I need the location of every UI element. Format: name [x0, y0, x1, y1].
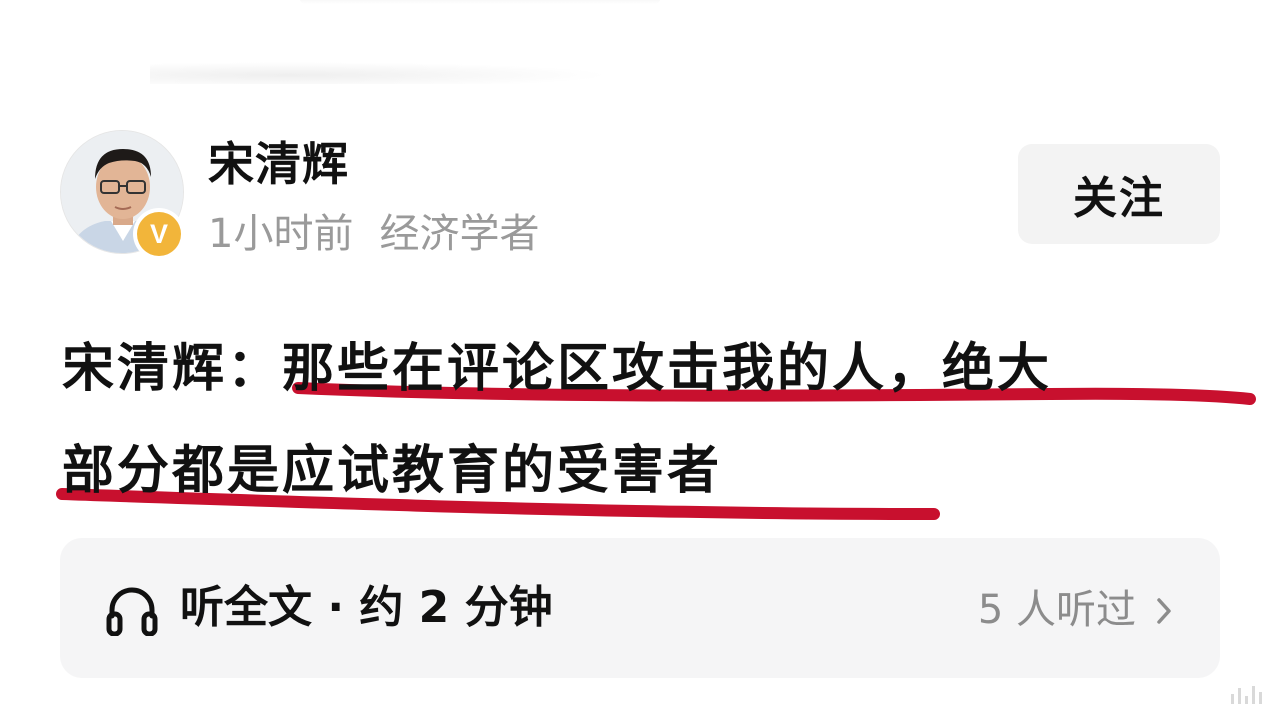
post-meta: 1小时前 经济学者	[208, 206, 539, 262]
headphone-icon	[106, 587, 158, 636]
author-name[interactable]: 宋清辉	[208, 134, 349, 194]
verified-icon: V	[133, 208, 185, 260]
post-text-prefix: 宋清辉：	[62, 339, 283, 399]
watermark-mark	[1231, 682, 1262, 704]
top-shadow-artifact	[300, 0, 660, 4]
chevron-right-icon	[1157, 598, 1171, 624]
author-title: 经济学者	[379, 211, 540, 257]
audio-label: 听全文 · 约 2 分钟	[180, 582, 553, 633]
post-text[interactable]: 宋清辉：那些在评论区攻击我的人，绝大 部分都是应试教育的受害者	[62, 318, 1242, 522]
post-card: V 宋清辉 1小时前 经济学者 关注 宋清辉：那些在评论区攻击我的人，绝大 部分都…	[0, 0, 1280, 720]
top-shadow-artifact-2	[150, 62, 610, 84]
listen-full-text-bar[interactable]: 听全文 · 约 2 分钟 5 人听过	[60, 538, 1220, 678]
follow-button[interactable]: 关注	[1018, 144, 1220, 244]
verified-badge-label: V	[137, 212, 181, 256]
post-text-line-1: 宋清辉：那些在评论区攻击我的人，绝大	[62, 318, 1242, 420]
post-time: 1小时前	[208, 211, 354, 257]
post-text-highlight: 那些在评论区攻击我的人，绝大	[282, 339, 1053, 399]
post-text-line-2: 部分都是应试教育的受害者	[62, 441, 723, 501]
listen-count: 5 人听过	[977, 587, 1136, 633]
